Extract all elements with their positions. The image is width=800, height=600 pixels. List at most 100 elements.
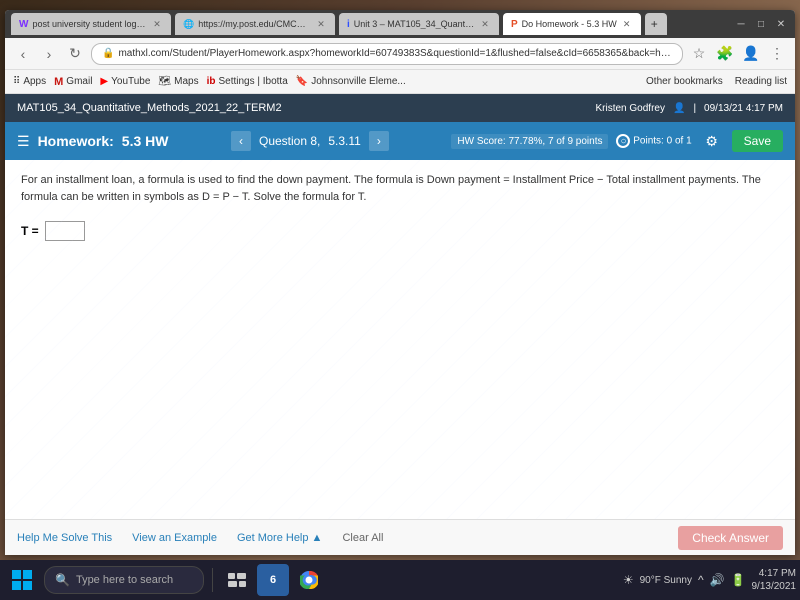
taskbar-search-text: Type here to search [76,574,173,586]
prev-question-button[interactable]: ‹ [231,131,251,151]
tab-close-4[interactable]: ✕ [621,18,633,30]
url-bar[interactable]: 🔒 mathxl.com/Student/PlayerHomework.aspx… [91,43,683,65]
search-icon: 🔍 [55,573,70,587]
question-nav: ‹ Question 8, 5.3.11 › [176,131,443,151]
hw-score-label: HW Score: [457,136,505,147]
student-name: Kristen Godfrey [596,103,665,114]
get-more-help-button[interactable]: Get More Help ▲ [237,532,322,544]
calendar-taskbar-button[interactable]: 6 [257,564,289,596]
task-view-icon [228,573,246,587]
problem-text: For an installment loan, a formula is us… [21,172,779,205]
bookmark-maps[interactable]: 🗺 Maps [158,76,198,87]
window-controls: ─ □ ✕ [733,16,789,32]
bookmarks-bar: ⠿ Apps M Gmail ▶ YouTube 🗺 Maps ib Setti… [5,70,795,94]
points-value: 0 of 1 [667,136,692,147]
minimize-button[interactable]: ─ [733,16,749,32]
close-button[interactable]: ✕ [773,16,789,32]
back-button[interactable]: ‹ [13,44,33,64]
save-button[interactable]: Save [732,130,783,152]
new-tab-button[interactable]: + [645,13,667,35]
tab-icon-3: i [347,19,350,30]
weather-text: 90°F Sunny [640,575,692,586]
course-date: 09/13/21 4:17 PM [704,103,783,114]
hw-score-value: 77.78%, [509,136,546,147]
tab-close-1[interactable]: ✕ [151,18,163,30]
ibotta-icon: ib [207,76,216,87]
points-label: Points: [633,136,664,147]
start-button[interactable] [4,562,40,598]
extensions-button[interactable]: 🧩 [715,44,735,64]
windows-logo-icon [12,570,32,590]
restore-button[interactable]: □ [753,16,769,32]
clock-date: 9/13/2021 [752,580,797,593]
profile-button[interactable]: 👤 [741,44,761,64]
reload-button[interactable]: ↻ [65,44,85,64]
bookmark-youtube[interactable]: ▶ YouTube [100,76,150,87]
answer-input[interactable] [45,221,85,241]
course-bar: MAT105_34_Quantitative_Methods_2021_22_T… [5,94,795,122]
tab-icon-2: 🌐 [183,19,194,30]
maps-icon: 🗺 [158,76,171,87]
answer-row: T = [21,221,779,241]
volume-icon: 🔊 [710,573,725,587]
tab-close-3[interactable]: ✕ [479,18,491,30]
browser-window: W post university student login - Y... ✕… [5,10,795,555]
plus-icon: + [651,17,658,31]
taskbar-divider-1 [212,568,213,592]
tab-post-university[interactable]: W post university student login - Y... ✕ [11,13,171,35]
hamburger-menu[interactable]: ☰ [17,133,30,150]
bookmark-ibotta[interactable]: ib Settings | Ibotta [207,76,288,87]
bookmark-gmail[interactable]: M Gmail [54,76,92,88]
tab-close-2[interactable]: ✕ [315,18,327,30]
clock-time: 4:17 PM [752,567,797,580]
clock-display: 4:17 PM 9/13/2021 [752,567,797,593]
other-bookmarks[interactable]: Other bookmarks [646,76,723,87]
youtube-icon: ▶ [100,76,108,87]
tab-do-homework[interactable]: P Do Homework - 5.3 HW ✕ [503,13,641,35]
diagonal-pattern [5,160,795,519]
user-info: Kristen Godfrey 👤 | 09/13/21 4:17 PM [596,103,784,114]
bookmark-star-button[interactable]: ☆ [689,44,709,64]
main-content: For an installment loan, a formula is us… [5,160,795,519]
check-answer-button[interactable]: Check Answer [678,526,783,550]
separator: | [693,103,696,114]
bookmark-apps[interactable]: ⠿ Apps [13,76,46,87]
taskbar: 🔍 Type here to search 6 ☀ 90°F Sunny ^ 🔊… [0,560,800,600]
settings-button[interactable]: ⚙ [700,129,724,153]
task-view-button[interactable] [221,564,253,596]
course-title: MAT105_34_Quantitative_Methods_2021_22_T… [17,102,282,114]
johnsonville-icon: 🔖 [296,76,308,87]
bottom-toolbar: Help Me Solve This View an Example Get M… [5,519,795,555]
hw-score-detail: 7 of 9 points [548,136,602,147]
tab-cmcportal[interactable]: 🌐 https://my.post.edu/CMCPortal/... ✕ [175,13,335,35]
tab-label-2: https://my.post.edu/CMCPortal/... [198,19,311,29]
battery-icon: 🔋 [731,573,746,587]
menu-button[interactable]: ⋮ [767,44,787,64]
tab-unit3[interactable]: i Unit 3 – MAT105_34_Quantitati... ✕ [339,13,499,35]
view-example-button[interactable]: View an Example [132,532,217,544]
reading-list[interactable]: Reading list [735,76,787,87]
calendar-icon: 6 [270,574,276,586]
question-section: 5.3.11 [328,134,360,148]
bookmarks-right: Other bookmarks Reading list [646,76,787,87]
address-bar: ‹ › ↻ 🔒 mathxl.com/Student/PlayerHomewor… [5,38,795,70]
tab-label-4: Do Homework - 5.3 HW [522,19,617,29]
points-circle-icon: ○ [616,134,630,148]
taskbar-search-bar[interactable]: 🔍 Type here to search [44,566,204,594]
hw-score-badge: HW Score: 77.78%, 7 of 9 points [451,134,608,149]
homework-name: 5.3 HW [122,133,169,149]
tab-icon-1: W [19,19,28,30]
next-question-button[interactable]: › [369,131,389,151]
bookmark-johnsonville[interactable]: 🔖 Johnsonville Eleme... [296,76,406,87]
answer-label: T = [21,224,39,238]
clear-all-button[interactable]: Clear All [342,532,383,544]
chrome-icon [300,571,318,589]
chrome-taskbar-button[interactable] [293,564,325,596]
question-label: Question 8, [259,134,320,148]
points-area: ○ Points: 0 of 1 [616,134,691,148]
help-me-solve-button[interactable]: Help Me Solve This [17,532,112,544]
hw-score-area: HW Score: 77.78%, 7 of 9 points ○ Points… [451,129,783,153]
weather-icon: ☀ [623,573,634,587]
forward-button[interactable]: › [39,44,59,64]
lock-icon: 🔒 [102,48,114,59]
